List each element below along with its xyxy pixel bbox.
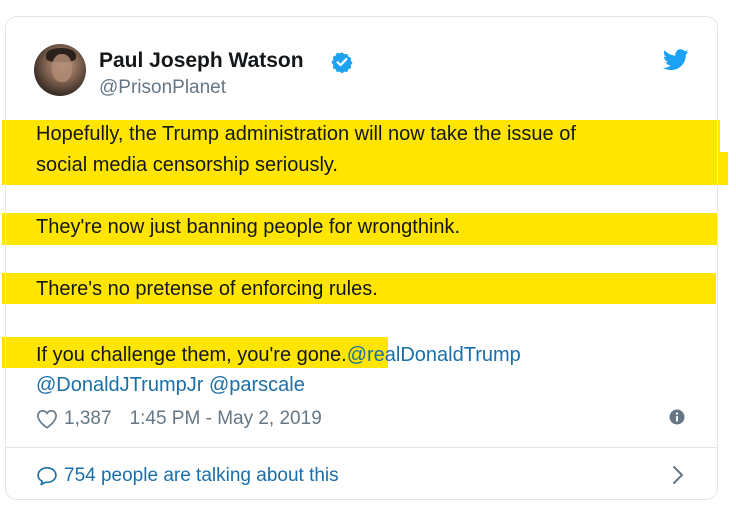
tweet-line-3: They're now just banning people for wron… [36,216,461,238]
tweet-card: Paul Joseph Watson @PrisonPlanet Hopeful… [5,16,718,500]
footer-divider [6,447,717,448]
tweet-meta: 1,387 1:45 PM - May 2, 2019 [36,407,322,431]
tweet-line-5-text: If you challenge them, you're gone. [36,344,347,366]
verified-badge-icon [331,52,353,73]
tweet-line-4: There's no pretense of enforcing rules. [36,278,378,300]
conversation-count-text: 754 people are talking about this [64,465,339,486]
tweet-line-2: social media censorship seriously. [36,154,338,176]
heart-icon[interactable] [36,409,58,429]
mention-link[interactable]: @parscale [209,374,305,396]
avatar-face [52,54,72,82]
conversation-link[interactable]: 754 people are talking about this [36,464,339,488]
mention-link[interactable]: @realDonaldTrump [347,344,521,366]
author-name[interactable]: Paul Joseph Watson [99,49,304,73]
twitter-bird-icon[interactable] [663,49,689,71]
mention-link[interactable]: @DonaldJTrumpJr [36,374,203,396]
info-icon[interactable] [669,409,685,425]
speech-bubble-icon [37,467,57,486]
avatar[interactable] [34,44,86,96]
like-count[interactable]: 1,387 [64,408,112,430]
author-handle[interactable]: @PrisonPlanet [99,77,226,99]
tweet-line-5: If you challenge them, you're gone.@real… [36,343,521,367]
tweet-line-1: Hopefully, the Trump administration will… [36,123,576,145]
tweet-timestamp[interactable]: 1:45 PM - May 2, 2019 [130,408,322,430]
chevron-right-icon[interactable] [671,464,685,486]
tweet-line-6: @DonaldJTrumpJr @parscale [36,373,305,397]
